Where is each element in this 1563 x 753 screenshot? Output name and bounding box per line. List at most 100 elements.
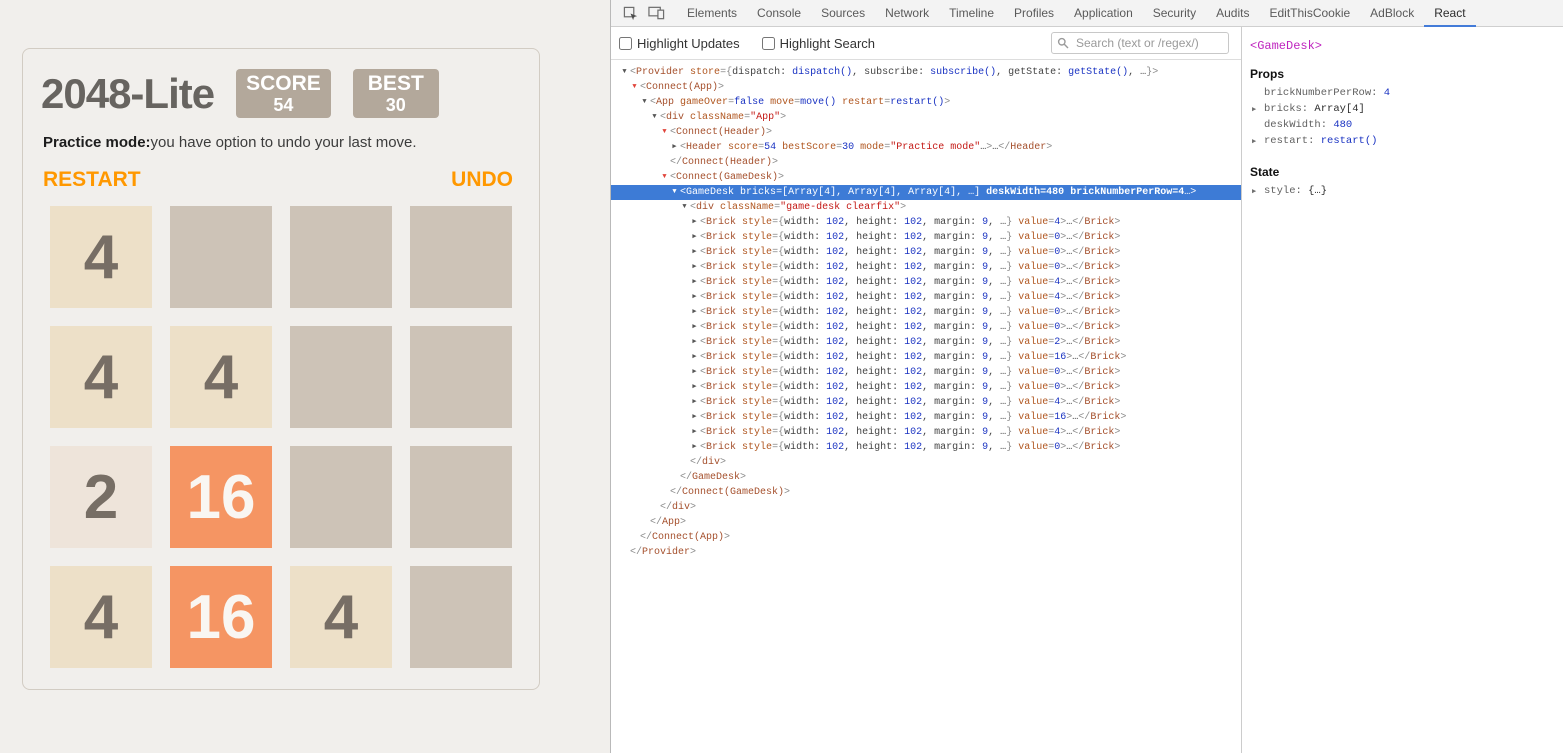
tree-line[interactable]: ▶ <Brick style={width: 102, height: 102, … [611,395,1241,410]
tab-sources[interactable]: Sources [811,1,875,27]
grid-row: 4 16 4 [41,557,521,677]
prop-name: deskWidth: [1264,119,1334,131]
tab-elements[interactable]: Elements [677,1,747,27]
prop-row[interactable]: ▶ bricks: Array[4] [1250,101,1553,117]
tree-line[interactable]: ▼ <div className="App"> [611,110,1241,125]
tab-network[interactable]: Network [875,1,939,27]
expand-arrow-icon[interactable]: ▶ [689,230,700,245]
tree-line[interactable]: ▶ <Brick style={width: 102, height: 102, … [611,245,1241,260]
tile-empty [170,206,272,308]
collapse-arrow-icon[interactable]: ▼ [619,65,630,80]
expand-arrow-icon[interactable]: ▶ [689,425,700,440]
inspect-element-icon[interactable] [617,0,643,26]
tree-line[interactable]: ▶ <Brick style={width: 102, height: 102, … [611,230,1241,245]
tab-audits[interactable]: Audits [1206,1,1259,27]
expand-arrow-icon[interactable]: ▶ [689,350,700,365]
collapse-arrow-icon[interactable]: ▼ [649,110,660,125]
game-controls: RESTART UNDO [43,168,513,192]
tree-line[interactable]: </Connect(Header)> [611,155,1241,170]
collapse-arrow-icon[interactable]: ▼ [659,125,670,140]
tree-line[interactable]: </div> [611,455,1241,470]
tree-line[interactable]: </div> [611,500,1241,515]
tile-4: 4 [50,566,152,668]
tree-line[interactable]: ▶ <Brick style={width: 102, height: 102, … [611,440,1241,455]
tab-profiles[interactable]: Profiles [1004,1,1064,27]
tree-line[interactable]: ▶ <Brick style={width: 102, height: 102, … [611,410,1241,425]
expand-arrow-icon[interactable]: ▶ [689,290,700,305]
expand-arrow-icon[interactable]: ▶ [689,275,700,290]
tree-line[interactable]: ▼ <Connect(GameDesk)> [611,170,1241,185]
tab-application[interactable]: Application [1064,1,1143,27]
state-section: State ▶ style: {…} [1250,165,1553,199]
prop-row: deskWidth: 480 [1250,117,1553,133]
expand-arrow-icon[interactable]: ▶ [689,215,700,230]
expand-arrow-icon[interactable]: ▶ [1252,184,1256,200]
collapse-arrow-icon[interactable]: ▼ [639,95,650,110]
expand-arrow-icon[interactable]: ▶ [669,140,680,155]
highlight-search-checkbox[interactable] [761,36,775,50]
tab-editthiscookie[interactable]: EditThisCookie [1259,1,1360,27]
prop-value: 4 [1383,87,1391,99]
expand-arrow-icon[interactable]: ▶ [689,335,700,350]
tree-line[interactable]: ▶ <Brick style={width: 102, height: 102, … [611,335,1241,350]
tree-line[interactable]: ▶ <Header score=54 bestScore=30 mode="Pra… [611,140,1241,155]
undo-button[interactable]: UNDO [451,168,513,192]
tree-line[interactable]: ▼ <div className="game-desk clearfix"> [611,200,1241,215]
tree-line[interactable]: ▶ <Brick style={width: 102, height: 102, … [611,215,1241,230]
tree-line[interactable]: </GameDesk> [611,470,1241,485]
expand-arrow-icon[interactable]: ▶ [1252,102,1256,118]
tree-line[interactable]: ▼ <Provider store={dispatch: dispatch(), … [611,65,1241,80]
tree-line[interactable]: </Connect(GameDesk)> [611,485,1241,500]
tree-line[interactable]: ▶ <Brick style={width: 102, height: 102, … [611,350,1241,365]
tab-timeline[interactable]: Timeline [939,1,1004,27]
tab-security[interactable]: Security [1143,1,1206,27]
tree-line[interactable]: ▼ <GameDesk bricks=[Array[4], Array[4], A… [611,185,1241,200]
prop-name: style: [1264,185,1309,197]
tab-console[interactable]: Console [747,1,811,27]
tree-line[interactable]: </App> [611,515,1241,530]
prop-row[interactable]: ▶ style: {…} [1250,183,1553,199]
tree-line[interactable]: ▶ <Brick style={width: 102, height: 102, … [611,290,1241,305]
tree-line[interactable]: ▶ <Brick style={width: 102, height: 102, … [611,260,1241,275]
tab-react[interactable]: React [1424,1,1476,27]
tab-adblock[interactable]: AdBlock [1360,1,1424,27]
tree-line[interactable]: ▶ <Brick style={width: 102, height: 102, … [611,380,1241,395]
device-toolbar-icon[interactable] [643,0,669,26]
tile-16: 16 [170,566,272,668]
expand-arrow-icon[interactable]: ▶ [689,410,700,425]
search-input[interactable] [1051,32,1229,54]
expand-arrow-icon[interactable]: ▶ [689,395,700,410]
tree-line[interactable]: ▶ <Brick style={width: 102, height: 102, … [611,305,1241,320]
collapse-arrow-icon[interactable]: ▼ [629,80,640,95]
device-icon [647,6,664,20]
expand-arrow-icon[interactable]: ▶ [689,380,700,395]
tree-line[interactable]: </Provider> [611,545,1241,560]
tree-line[interactable]: ▼ <App gameOver=false move=move() restart… [611,95,1241,110]
props-header: Props [1250,67,1285,81]
collapse-arrow-icon[interactable]: ▼ [679,200,690,215]
search-icon [1057,37,1069,52]
expand-arrow-icon[interactable]: ▶ [689,260,700,275]
collapse-arrow-icon[interactable]: ▼ [659,170,670,185]
tile-empty [290,446,392,548]
tree-line[interactable]: ▶ <Brick style={width: 102, height: 102, … [611,275,1241,290]
prop-name: brickNumberPerRow: [1264,87,1384,99]
expand-arrow-icon[interactable]: ▶ [689,305,700,320]
expand-arrow-icon[interactable]: ▶ [689,245,700,260]
tile-2: 2 [50,446,152,548]
restart-button[interactable]: RESTART [43,168,141,192]
prop-row[interactable]: ▶ restart: restart() [1250,133,1553,149]
highlight-updates-checkbox[interactable] [619,36,632,50]
expand-arrow-icon[interactable]: ▶ [689,365,700,380]
tree-line[interactable]: ▼ <Connect(Header)> [611,125,1241,140]
tree-line[interactable]: ▶ <Brick style={width: 102, height: 102, … [611,425,1241,440]
collapse-arrow-icon[interactable]: ▼ [669,185,680,200]
expand-arrow-icon[interactable]: ▶ [689,440,700,455]
tree-line[interactable]: </Connect(App)> [611,530,1241,545]
expand-arrow-icon[interactable]: ▶ [689,320,700,335]
tree-line[interactable]: ▶ <Brick style={width: 102, height: 102, … [611,365,1241,380]
expand-arrow-icon[interactable]: ▶ [1252,134,1256,150]
prop-row: brickNumberPerRow: 4 [1250,85,1553,101]
tree-line[interactable]: ▶ <Brick style={width: 102, height: 102, … [611,320,1241,335]
tree-line[interactable]: ▼ <Connect(App)> [611,80,1241,95]
